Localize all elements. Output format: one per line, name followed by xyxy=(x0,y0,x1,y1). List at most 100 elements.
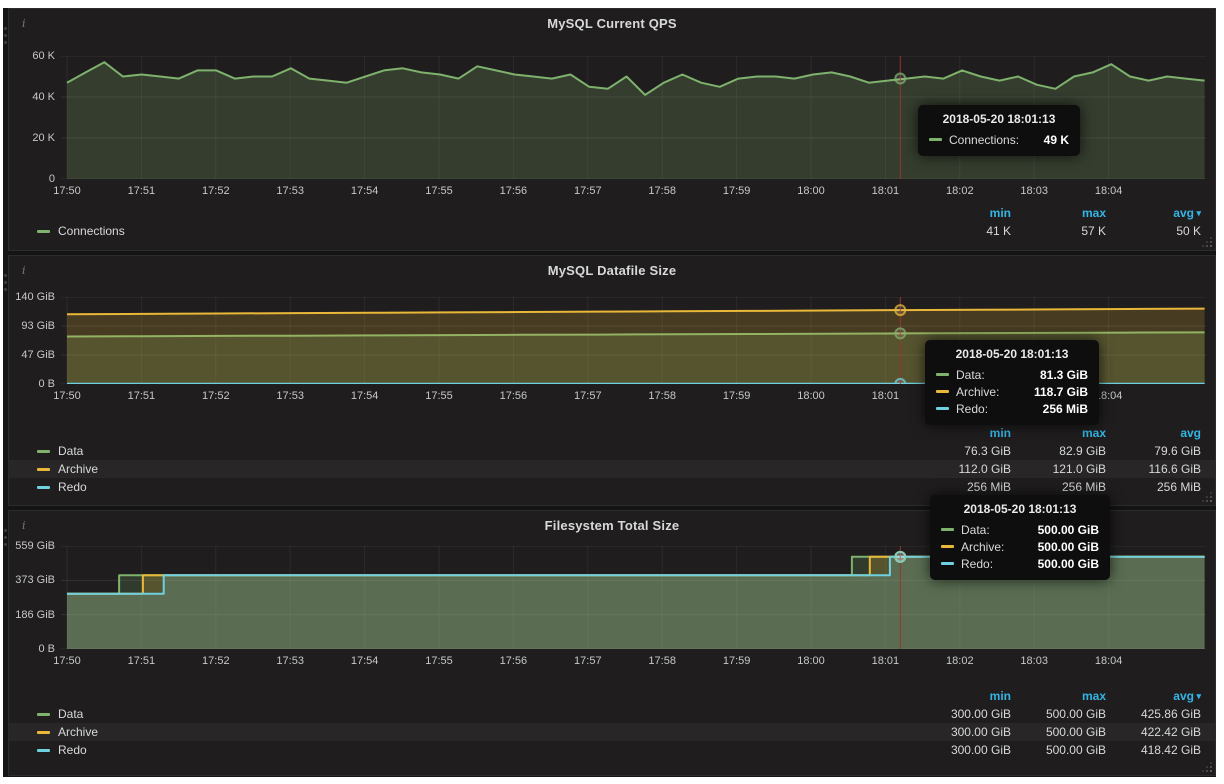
info-icon[interactable]: i xyxy=(22,264,26,277)
panel-drag-handle[interactable] xyxy=(4,529,7,550)
legend-series-archive[interactable]: Archive xyxy=(37,462,916,476)
info-icon[interactable]: i xyxy=(22,519,26,532)
panel-drag-handle[interactable] xyxy=(4,27,7,48)
panel-resize-handle[interactable] xyxy=(1210,500,1212,502)
y-axis-label: 0 xyxy=(11,173,55,185)
tooltip-series-row: Connections: 49 K xyxy=(929,131,1069,148)
panel-title: MySQL Datafile Size xyxy=(9,263,1215,278)
legend-series-connections[interactable]: Connections xyxy=(37,224,916,238)
x-axis-label: 17:59 xyxy=(723,185,751,197)
tooltip-series-name: Data: xyxy=(956,368,985,382)
x-axis-label: 17:55 xyxy=(425,390,453,402)
chart-tooltip: 2018-05-20 18:01:13Connections:49 K xyxy=(918,105,1080,156)
sort-caret-icon: ▾ xyxy=(1194,691,1201,701)
legend-stat-avg: 425.86 GiB xyxy=(1106,707,1201,721)
x-axis-label: 18:04 xyxy=(1095,655,1123,667)
legend-stat-min: 256 MiB xyxy=(916,480,1011,494)
legend-header-min[interactable]: min xyxy=(916,426,1011,440)
panel-title: MySQL Current QPS xyxy=(9,16,1215,31)
tooltip-timestamp: 2018-05-20 18:01:13 xyxy=(936,347,1088,361)
x-axis-label: 18:00 xyxy=(797,655,825,667)
y-axis-label: 559 GiB xyxy=(11,540,55,552)
series-color-dash-icon xyxy=(936,373,949,376)
legend-series-redo[interactable]: Redo xyxy=(37,743,916,757)
x-axis-label: 17:51 xyxy=(128,185,156,197)
series-color-dash-icon xyxy=(929,138,942,141)
x-axis-label: 18:03 xyxy=(1020,185,1048,197)
legend-series-redo[interactable]: Redo xyxy=(37,480,916,494)
legend-row-archive: Archive300.00 GiB500.00 GiB422.42 GiB xyxy=(9,723,1215,741)
legend-series-data[interactable]: Data xyxy=(37,444,916,458)
legend-stat-avg: 256 MiB xyxy=(1106,480,1201,494)
panel-resize-handle[interactable] xyxy=(1210,770,1212,772)
x-axis-label: 17:52 xyxy=(202,655,230,667)
x-axis-label: 17:50 xyxy=(53,655,81,667)
tooltip-series-value: 256 MiB xyxy=(1029,402,1088,416)
sort-caret-icon: ▾ xyxy=(1194,208,1201,218)
y-axis-label: 40 K xyxy=(11,91,55,103)
x-axis-label: 17:56 xyxy=(500,390,528,402)
legend-series-name: Connections xyxy=(58,224,125,238)
x-axis-label: 18:03 xyxy=(1020,655,1048,667)
x-axis-label: 17:54 xyxy=(351,655,379,667)
x-axis-label: 17:58 xyxy=(648,655,676,667)
series-color-dash-icon xyxy=(37,749,50,752)
x-axis-label: 17:52 xyxy=(202,390,230,402)
legend-series-data[interactable]: Data xyxy=(37,707,916,721)
x-axis-label: 17:50 xyxy=(53,390,81,402)
legend-stat-max: 500.00 GiB xyxy=(1011,743,1106,757)
legend-stat-min: 300.00 GiB xyxy=(916,707,1011,721)
legend-header-max[interactable]: max xyxy=(1011,689,1106,703)
info-icon[interactable]: i xyxy=(22,17,26,30)
tooltip-series-name: Archive: xyxy=(961,540,1004,554)
legend-header-max[interactable]: max xyxy=(1011,206,1106,220)
x-axis-label: 17:59 xyxy=(723,390,751,402)
x-axis-label: 18:01 xyxy=(872,655,900,667)
legend: minmaxavg ▾Connections41 K57 K50 K xyxy=(9,204,1215,240)
x-axis-label: 17:54 xyxy=(351,185,379,197)
hover-point-redo xyxy=(895,552,905,562)
x-axis-label: 18:01 xyxy=(872,185,900,197)
legend-series-name: Data xyxy=(58,444,83,458)
y-axis-label: 186 GiB xyxy=(11,609,55,621)
tooltip-series-value: 49 K xyxy=(1030,133,1069,147)
legend-header-min[interactable]: min xyxy=(916,206,1011,220)
x-axis-label: 18:02 xyxy=(946,655,974,667)
legend-header-max[interactable]: max xyxy=(1011,426,1106,440)
legend-header-avg[interactable]: avg xyxy=(1106,426,1201,440)
legend-series-name: Archive xyxy=(58,725,98,739)
dashboard-stage: MySQL Current QPS i60 K40 K20 K017:5017:… xyxy=(0,0,1224,784)
tooltip-series-value: 500.00 GiB xyxy=(1024,540,1099,554)
tooltip-series-name: Connections: xyxy=(949,133,1019,147)
x-axis-label: 17:54 xyxy=(351,390,379,402)
panel-drag-handle[interactable] xyxy=(4,274,7,295)
legend-stat-min: 112.0 GiB xyxy=(916,462,1011,476)
x-axis-label: 17:53 xyxy=(276,390,304,402)
y-axis-label: 140 GiB xyxy=(11,291,55,303)
legend-series-archive[interactable]: Archive xyxy=(37,725,916,739)
chart-tooltip: 2018-05-20 18:01:13Data:81.3 GiBArchive:… xyxy=(925,340,1099,425)
tooltip-series-name: Redo: xyxy=(956,402,988,416)
legend-stat-max: 256 MiB xyxy=(1011,480,1106,494)
legend-header-avg[interactable]: avg ▾ xyxy=(1106,689,1201,703)
y-axis-label: 20 K xyxy=(11,132,55,144)
tooltip-series-row: Redo:500.00 GiB xyxy=(941,555,1099,572)
x-axis-label: 17:58 xyxy=(648,390,676,402)
series-color-dash-icon xyxy=(37,486,50,489)
x-axis-label: 17:52 xyxy=(202,185,230,197)
x-axis-label: 17:51 xyxy=(128,390,156,402)
x-axis-label: 17:56 xyxy=(500,655,528,667)
legend-header-min[interactable]: min xyxy=(916,689,1011,703)
legend-stat-avg: 422.42 GiB xyxy=(1106,725,1201,739)
tooltip-series-row: Archive:118.7 GiB xyxy=(936,383,1088,400)
legend-header-avg[interactable]: avg ▾ xyxy=(1106,206,1201,220)
tooltip-series-value: 500.00 GiB xyxy=(1024,523,1099,537)
legend-row-redo: Redo256 MiB256 MiB256 MiB xyxy=(9,478,1215,496)
x-axis-label: 17:59 xyxy=(723,655,751,667)
panel-resize-handle[interactable] xyxy=(1210,245,1212,247)
legend: minmaxavgData76.3 GiB82.9 GiB79.6 GiBArc… xyxy=(9,424,1215,496)
legend-header-row: minmaxavg ▾ xyxy=(9,204,1215,222)
tooltip-series-name: Data: xyxy=(961,523,990,537)
y-axis-label: 93 GiB xyxy=(11,320,55,332)
x-axis-label: 17:58 xyxy=(648,185,676,197)
